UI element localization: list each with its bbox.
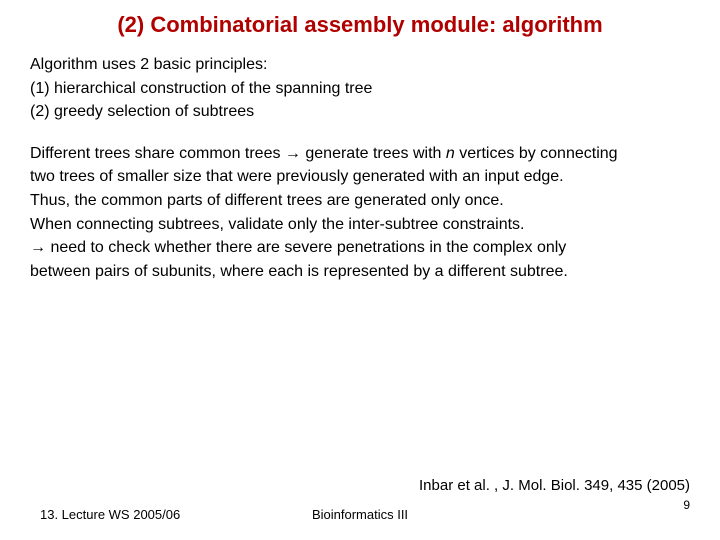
slide-title: (2) Combinatorial assembly module: algor… [0, 12, 720, 38]
slide: (2) Combinatorial assembly module: algor… [0, 0, 720, 540]
para-line-1-n: n [446, 145, 455, 162]
footer-center: Bioinformatics III [0, 507, 720, 522]
citation: Inbar et al. , J. Mol. Biol. 349, 435 (2… [419, 477, 690, 494]
para-line-3: Thus, the common parts of different tree… [30, 190, 690, 212]
para-line-4: When connecting subtrees, validate only … [30, 214, 690, 236]
spacer [30, 125, 690, 143]
para-line-1b: vertices by connecting [455, 145, 618, 162]
para-line-1a: Different trees share common trees → gen… [30, 145, 446, 162]
intro-line-2: (1) hierarchical construction of the spa… [30, 78, 690, 100]
para-line-5: → need to check whether there are severe… [30, 237, 690, 259]
intro-line-1: Algorithm uses 2 basic principles: [30, 54, 690, 76]
para-line-2: two trees of smaller size that were prev… [30, 166, 690, 188]
intro-line-3: (2) greedy selection of subtrees [30, 101, 690, 123]
slide-body: Algorithm uses 2 basic principles: (1) h… [30, 54, 690, 284]
para-line-1: Different trees share common trees → gen… [30, 143, 690, 165]
para-line-6: between pairs of subunits, where each is… [30, 261, 690, 283]
